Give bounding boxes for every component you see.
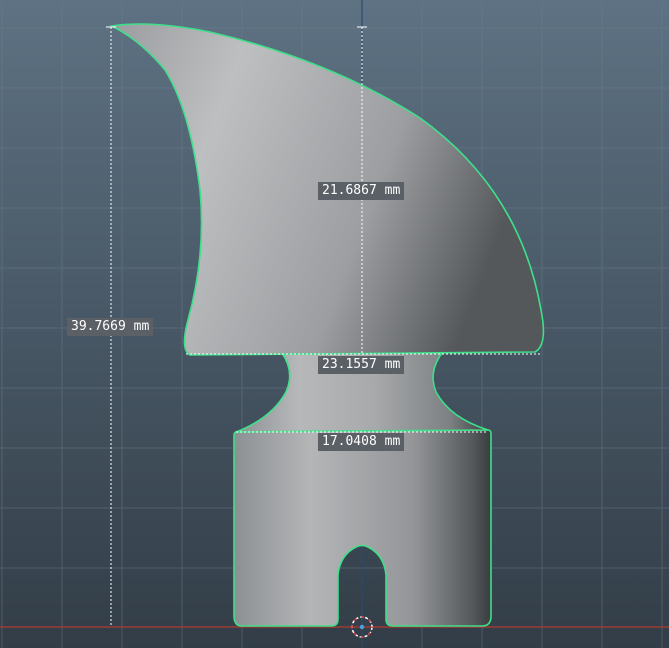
base-width-label: 17.0408 mm: [318, 433, 405, 451]
total-height-label: 39.7669 mm: [67, 318, 154, 336]
neck-width-label: 23.1557 mm: [318, 356, 405, 374]
fin-width-label: 21.6867 mm: [318, 182, 405, 200]
